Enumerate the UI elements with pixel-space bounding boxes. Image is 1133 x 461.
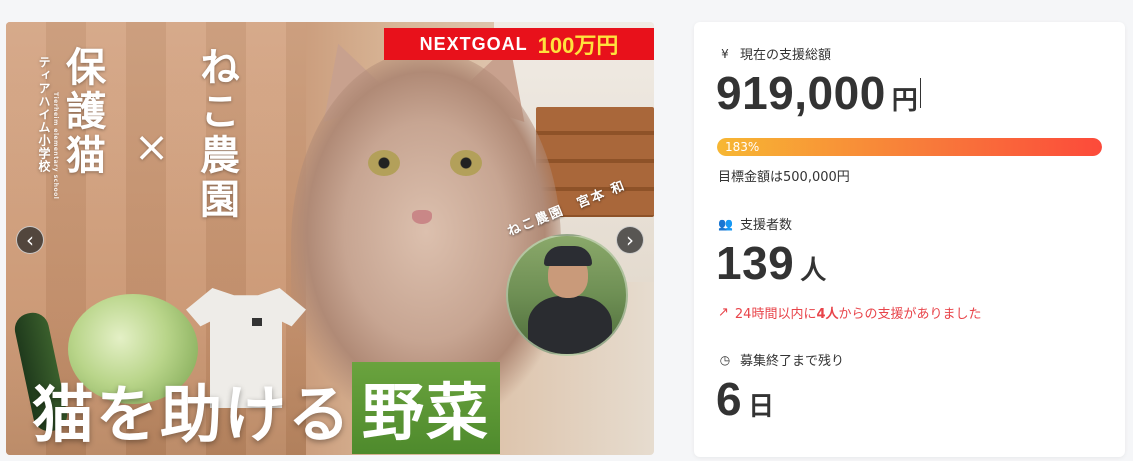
- cat-nose: [412, 210, 432, 224]
- remaining-days-unit: 日: [748, 391, 775, 421]
- total-funding-amount: 919,000 円: [716, 66, 922, 120]
- title-cross: ×: [134, 122, 170, 171]
- remaining-days-value: 6: [716, 373, 743, 425]
- supporters-label: 👥 支援者数: [718, 214, 793, 234]
- remaining-days: 6 日: [716, 372, 774, 426]
- project-hero-image: ティアハイム小学校 Tierheim elementary school 保護猫…: [6, 22, 654, 455]
- total-funding-value: 919,000: [716, 67, 886, 119]
- carousel-prev-button[interactable]: ‹: [16, 226, 44, 254]
- school-roman-name: Tierheim elementary school: [52, 92, 59, 200]
- carousel-next-button[interactable]: ›: [616, 226, 644, 254]
- goal-amount-text: 目標金額は500,000円: [718, 170, 850, 185]
- yen-icon: ¥: [721, 46, 729, 61]
- supporters-value: 139: [716, 237, 795, 289]
- tshirt-cat-logo: [252, 318, 262, 326]
- users-icon: 👥: [718, 216, 733, 231]
- cat-eye-right: [450, 150, 482, 176]
- headline-accent: 野菜: [352, 362, 501, 454]
- chevron-left-icon: ‹: [26, 228, 34, 252]
- remaining-time-label-text: 募集終了まで残り: [740, 354, 845, 369]
- total-funding-label: ¥ 現在の支援総額: [718, 44, 832, 64]
- recent-support-suffix: からの支援がありました: [838, 307, 982, 322]
- next-goal-amount: 100万円: [537, 33, 619, 58]
- clock-icon: ◷: [719, 352, 731, 367]
- funding-progress-bar: 183%: [717, 138, 1102, 156]
- headline-main: 猫を助ける: [32, 378, 353, 451]
- text-caret: [919, 78, 922, 108]
- supporters-count: 139 人: [716, 236, 826, 290]
- hero-headline: 猫を助ける 野菜: [32, 362, 501, 454]
- total-funding-label-text: 現在の支援総額: [740, 48, 832, 63]
- trending-up-icon: ↗: [718, 305, 729, 320]
- recent-support-notice: ↗ 24時間以内に4人からの支援がありました: [718, 303, 982, 322]
- next-goal-banner: NEXTGOAL 100万円: [384, 28, 654, 60]
- chevron-right-icon: ›: [626, 228, 634, 252]
- remaining-time-label: ◷ 募集終了まで残り: [718, 350, 845, 370]
- farmer-portrait: [506, 234, 628, 356]
- funding-progress-fill: [717, 138, 1102, 156]
- total-funding-unit: 円: [891, 85, 918, 115]
- supporters-label-text: 支援者数: [740, 218, 793, 233]
- recent-support-count: 4人: [816, 307, 839, 322]
- next-goal-label: NEXTGOAL: [419, 33, 528, 54]
- title-cat-farm: ねこ農園: [193, 46, 239, 222]
- cat-eye-left: [368, 150, 400, 176]
- school-name: ティアハイム小学校: [37, 56, 51, 173]
- supporters-unit: 人: [800, 255, 827, 285]
- title-protected-cats: 保護猫: [59, 46, 105, 178]
- recent-support-prefix: 24時間以内に: [734, 307, 817, 322]
- funding-progress-percent: 183%: [725, 140, 760, 154]
- funding-stats-panel: ¥ 現在の支援総額 919,000 円 183% 目標金額は500,000円 👥…: [694, 22, 1125, 457]
